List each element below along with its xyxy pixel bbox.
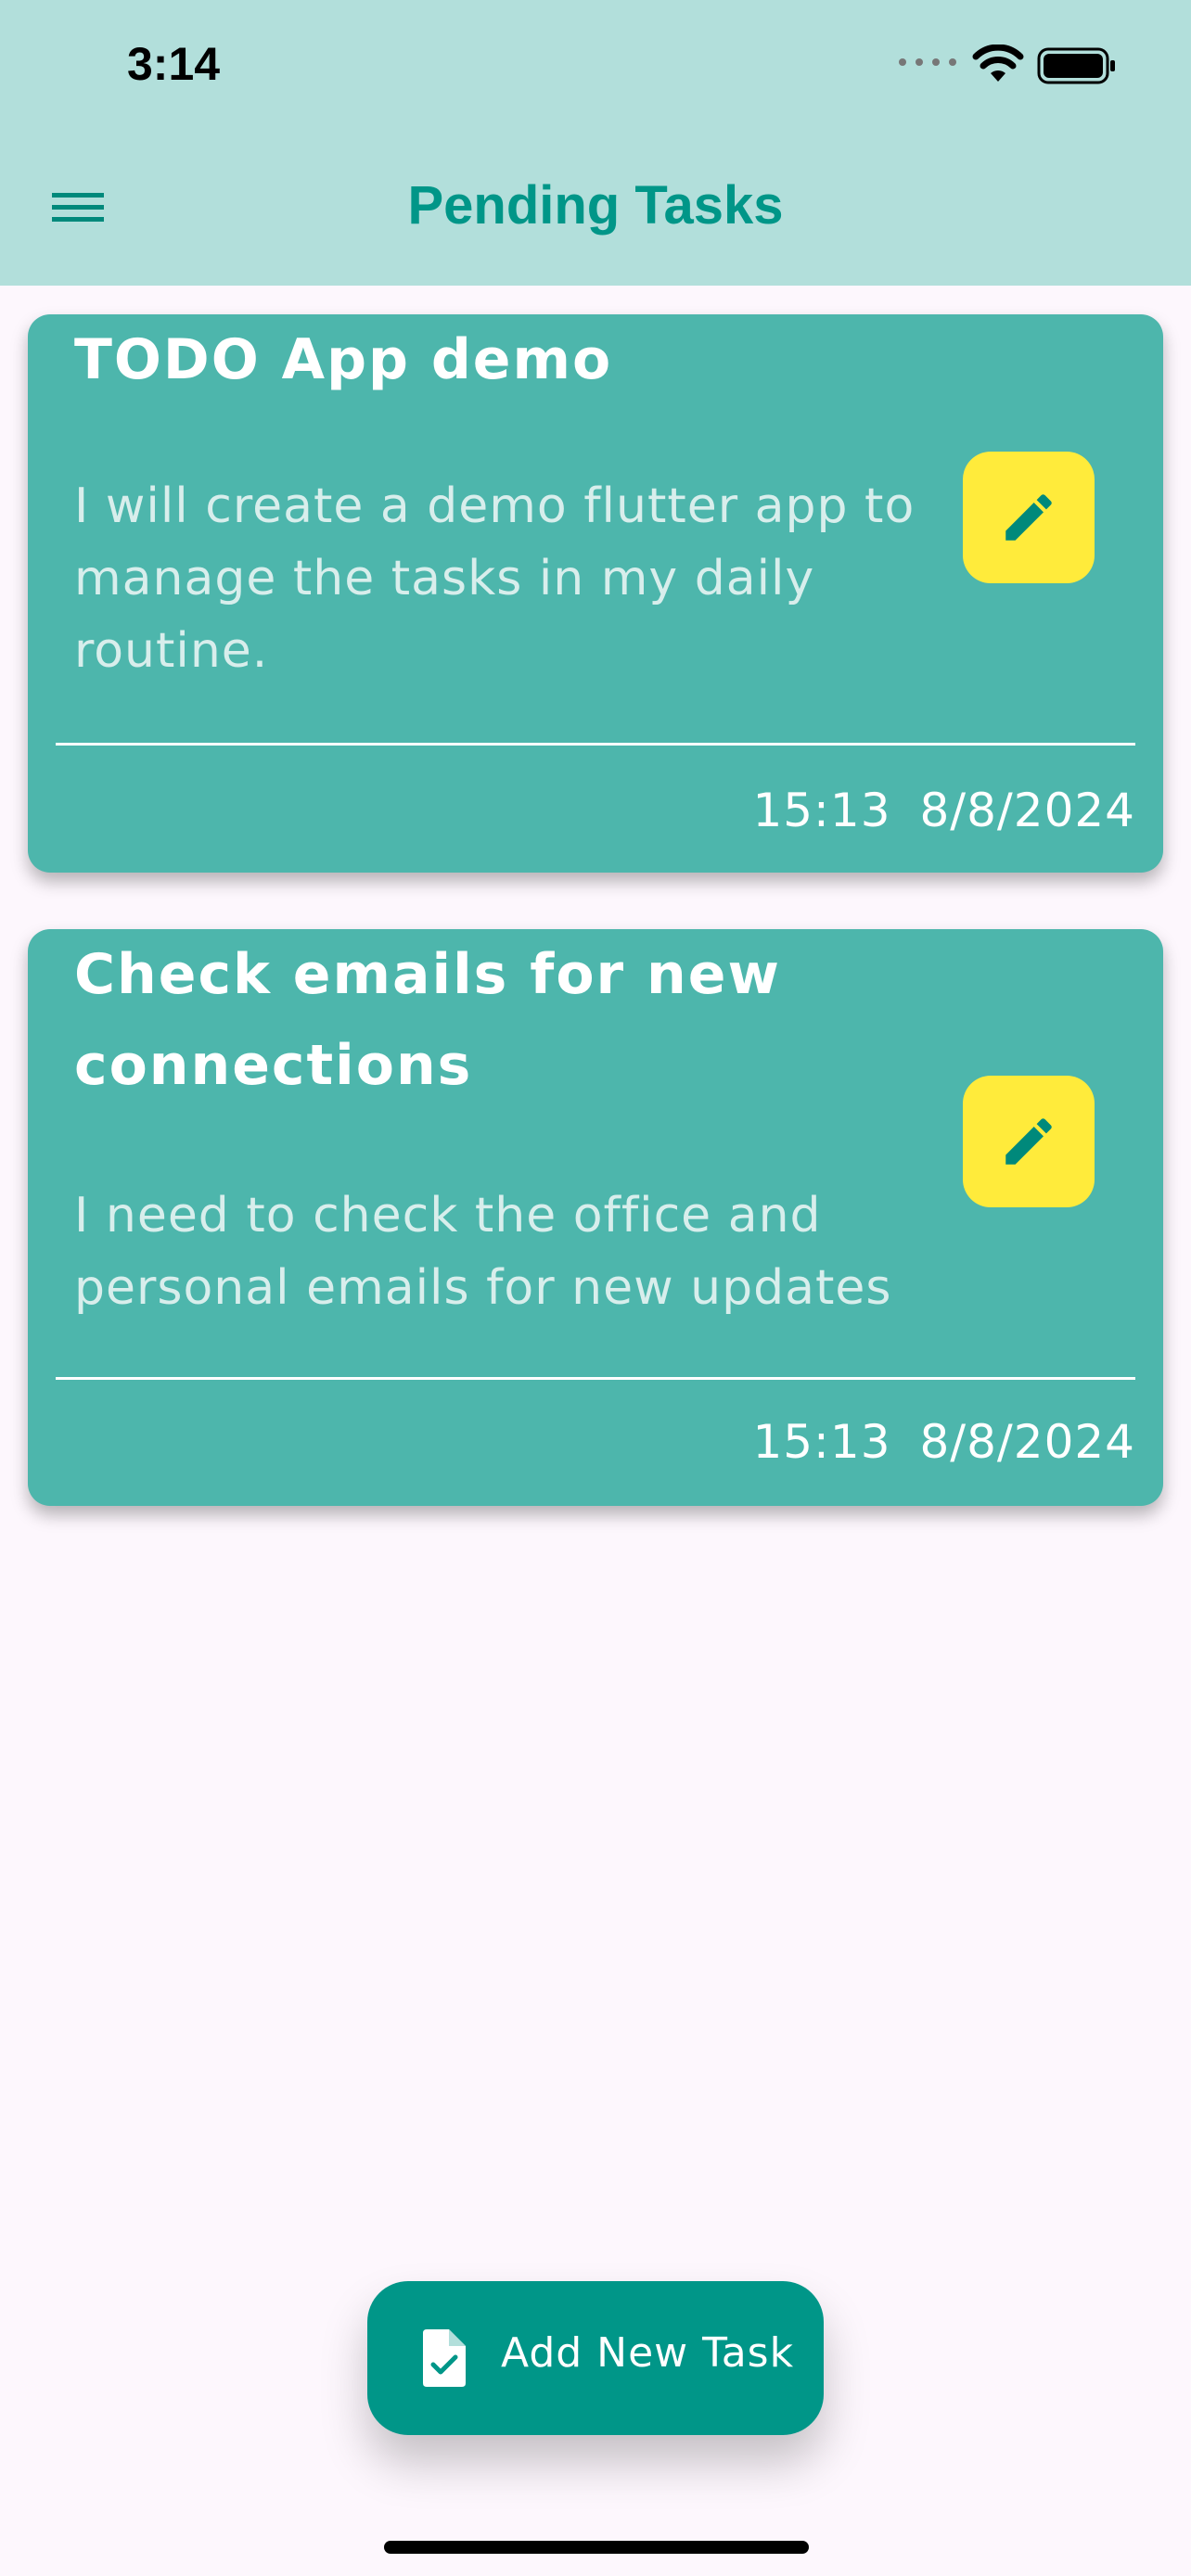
file-check-icon	[423, 2329, 466, 2387]
card-divider	[56, 1377, 1135, 1380]
task-description: I need to check the office and personal …	[74, 1188, 892, 1316]
cellular-signal-icon	[899, 58, 956, 66]
task-card[interactable]: TODO App demo I will create a demo flutt…	[28, 314, 1163, 873]
status-bar-time: 3:14	[127, 38, 221, 90]
task-timestamp: 15:13 8/8/2024	[752, 1415, 1135, 1469]
battery-icon	[1037, 47, 1115, 84]
task-description: I will create a demo flutter app to mana…	[74, 478, 916, 679]
app-header: 3:14 Pending Tasks	[0, 0, 1191, 286]
add-new-task-label: Add New Task	[501, 2329, 795, 2377]
task-title: Check emails for new connections	[74, 942, 781, 1098]
pencil-icon	[1005, 494, 1052, 541]
task-date: 8/8/2024	[919, 1415, 1135, 1469]
card-divider	[56, 743, 1135, 746]
task-card[interactable]: Check emails for new connections I need …	[28, 929, 1163, 1506]
home-indicator[interactable]	[384, 2541, 809, 2554]
page-title: Pending Tasks	[407, 175, 784, 236]
wifi-icon	[972, 45, 1024, 82]
edit-task-button[interactable]	[963, 452, 1095, 583]
task-title: TODO App demo	[74, 327, 613, 392]
task-time: 15:13	[752, 1415, 891, 1469]
task-time: 15:13	[752, 784, 891, 837]
add-new-task-button[interactable]: Add New Task	[367, 2281, 824, 2435]
pencil-icon	[1005, 1118, 1052, 1165]
task-date: 8/8/2024	[919, 784, 1135, 837]
edit-task-button[interactable]	[963, 1076, 1095, 1207]
task-timestamp: 15:13 8/8/2024	[752, 784, 1135, 837]
